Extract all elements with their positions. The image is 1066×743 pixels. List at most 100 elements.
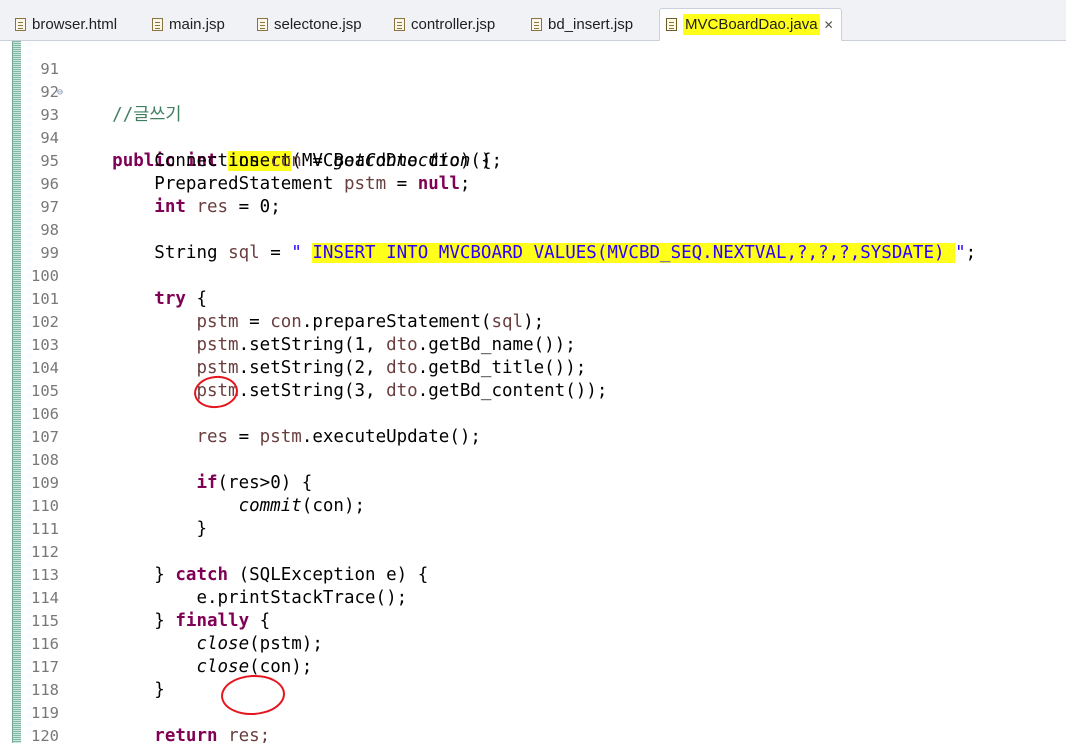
code-line: 102 pstm.setString(1, dto.getBd_name()); bbox=[0, 288, 576, 355]
code-token: .executeUpdate(); bbox=[301, 427, 481, 447]
code-text: pstm.setString(3, dto.getBd_content()); bbox=[70, 380, 607, 403]
variable: dto bbox=[386, 358, 418, 378]
variable: sql bbox=[228, 243, 260, 263]
code-line: 119 return res; bbox=[0, 679, 270, 743]
code-text: } catch (SQLException e) { bbox=[70, 564, 428, 587]
tab-main-jsp[interactable]: main.jsp bbox=[152, 9, 225, 40]
close-icon[interactable]: ✕ bbox=[824, 18, 834, 32]
variable: res; bbox=[228, 726, 271, 743]
code-line: 113 e.printStackTrace(); bbox=[0, 541, 407, 608]
variable: con bbox=[270, 151, 302, 171]
keyword: try bbox=[154, 289, 186, 309]
tab-selectone-jsp[interactable]: selectone.jsp bbox=[257, 9, 362, 40]
code-line: 116 close(con); bbox=[0, 610, 312, 677]
code-token: .getBd_name()); bbox=[417, 335, 576, 355]
code-line: 104 pstm.setString(3, dto.getBd_content(… bbox=[0, 334, 607, 401]
code-token: ); bbox=[523, 312, 545, 332]
tab-controller-jsp[interactable]: controller.jsp bbox=[394, 9, 495, 40]
java-file-icon bbox=[666, 18, 677, 31]
variable: dto bbox=[386, 335, 418, 355]
code-text: } finally { bbox=[70, 610, 270, 633]
code-token: = bbox=[238, 312, 271, 332]
code-token: ; bbox=[459, 174, 471, 194]
tab-browser-html[interactable]: browser.html bbox=[15, 9, 117, 40]
code-text: //글쓰기 bbox=[70, 104, 182, 127]
code-line: 114 } finally { bbox=[0, 564, 270, 631]
code-editor[interactable]: 91 92 //글쓰기 93 ⊖ public int insert(MVCBo… bbox=[0, 41, 1066, 743]
code-token: (con); bbox=[301, 496, 366, 516]
code-token: } bbox=[196, 519, 207, 539]
tab-label: controller.jsp bbox=[411, 16, 496, 33]
code-token: } bbox=[154, 611, 176, 631]
code-token: = bbox=[301, 151, 334, 171]
code-line: 106 res = pstm.executeUpdate(); bbox=[0, 380, 481, 447]
keyword: int bbox=[154, 197, 186, 217]
code-text: close(pstm); bbox=[70, 633, 322, 656]
code-token: e.printStackTrace(); bbox=[196, 588, 408, 608]
keyword: null bbox=[417, 174, 460, 194]
code-text: pstm.setString(1, dto.getBd_name()); bbox=[70, 334, 576, 357]
code-line: 94 Connection con = getConnection(); bbox=[0, 104, 502, 171]
fold-toggle-icon[interactable]: ⊖ bbox=[57, 81, 63, 104]
code-token: (SQLException e) { bbox=[228, 565, 429, 585]
string-literal: " bbox=[291, 243, 313, 263]
code-line: 105 bbox=[0, 357, 63, 400]
code-token: String bbox=[154, 243, 218, 263]
tab-label: bd_insert.jsp bbox=[548, 16, 634, 33]
tab-bd-insert-jsp[interactable]: bd_insert.jsp bbox=[531, 9, 633, 40]
code-line: 91 bbox=[0, 41, 63, 78]
sql-string-highlight: INSERT INTO MVCBOARD VALUES(MVCBD_SEQ.NE… bbox=[312, 243, 956, 263]
code-token: .getBd_content()); bbox=[417, 381, 608, 401]
tab-label: browser.html bbox=[32, 16, 118, 33]
variable: pstm bbox=[259, 427, 302, 447]
code-token: } bbox=[154, 680, 165, 700]
comment: //글쓰기 bbox=[112, 105, 182, 125]
code-line: 111 bbox=[0, 495, 63, 538]
code-line: 101 pstm = con.prepareStatement(sql); bbox=[0, 265, 544, 332]
code-line: 109 commit(con); bbox=[0, 449, 365, 516]
method-call: close bbox=[196, 657, 250, 677]
code-token: .setString(2, bbox=[238, 358, 387, 378]
annotation-circle bbox=[219, 673, 287, 717]
code-token: .setString(3, bbox=[238, 381, 387, 401]
code-line: 103 pstm.setString(2, dto.getBd_title())… bbox=[0, 311, 586, 378]
code-text: e.printStackTrace(); bbox=[70, 587, 407, 610]
code-line: 98 String sql = " INSERT INTO MVCBOARD V… bbox=[0, 196, 976, 263]
code-text: if(res>0) { bbox=[70, 472, 312, 495]
code-line: 110 } bbox=[0, 472, 207, 539]
code-text: String sql = " INSERT INTO MVCBOARD VALU… bbox=[70, 242, 976, 265]
code-text: pstm.setString(2, dto.getBd_title()); bbox=[70, 357, 586, 380]
code-line: 107 bbox=[0, 403, 63, 446]
variable: pstm bbox=[196, 335, 239, 355]
variable: dto bbox=[386, 381, 418, 401]
code-token: { bbox=[185, 289, 207, 309]
code-token: .prepareStatement( bbox=[301, 312, 492, 332]
tab-label: selectone.jsp bbox=[274, 16, 362, 33]
keyword: finally bbox=[175, 611, 250, 631]
code-token: .getBd_title()); bbox=[417, 358, 587, 378]
code-text: } bbox=[70, 518, 207, 541]
editor-tab-bar: browser.html main.jsp selectone.jsp cont… bbox=[0, 0, 1066, 41]
code-line: 121 bbox=[0, 725, 63, 743]
code-token: ; bbox=[270, 197, 281, 217]
code-text: close(con); bbox=[70, 656, 312, 679]
method-call: getConnection bbox=[333, 151, 471, 171]
jsp-file-icon bbox=[394, 18, 405, 31]
code-token: 0 bbox=[259, 197, 271, 217]
tab-mvcboarddao-java[interactable]: MVCBoardDao.java ✕ bbox=[659, 8, 842, 41]
code-line: 93 ⊖ public int insert(MVCBoardDto dto) … bbox=[0, 81, 491, 171]
code-line: 108 if(res>0) { bbox=[0, 426, 312, 493]
code-token: (); bbox=[470, 151, 502, 171]
string-literal: " bbox=[955, 243, 966, 263]
variable: res bbox=[196, 197, 229, 217]
code-token: = bbox=[228, 197, 260, 217]
code-token: = bbox=[386, 174, 418, 194]
code-lines: 91 92 //글쓰기 93 ⊖ public int insert(MVCBo… bbox=[0, 41, 976, 743]
html-file-icon bbox=[15, 18, 26, 31]
code-token: } bbox=[154, 565, 176, 585]
code-token: .setString(1, bbox=[238, 335, 387, 355]
jsp-file-icon bbox=[152, 18, 163, 31]
code-line: 120 } bbox=[0, 702, 63, 743]
keyword: catch bbox=[175, 565, 229, 585]
code-token: { bbox=[249, 611, 271, 631]
